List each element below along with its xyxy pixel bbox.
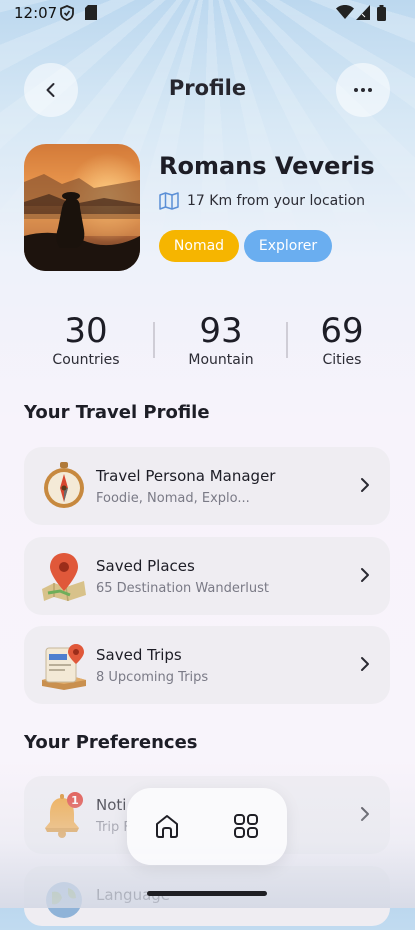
compass-icon bbox=[40, 461, 88, 511]
item-subtitle: Foodie, Nomad, Explo... bbox=[96, 491, 250, 506]
item-title: Noti bbox=[96, 796, 127, 814]
saved-places-item[interactable]: Saved Places 65 Destination Wanderlust bbox=[24, 537, 390, 615]
home-indicator[interactable] bbox=[147, 891, 267, 896]
grid-nav-button[interactable] bbox=[230, 810, 262, 842]
globe-icon bbox=[40, 876, 88, 926]
battery-icon bbox=[377, 5, 386, 25]
item-title: Saved Trips bbox=[96, 646, 182, 664]
chevron-right-icon bbox=[361, 478, 369, 492]
chevron-right-icon bbox=[361, 807, 369, 821]
item-title: Travel Persona Manager bbox=[96, 467, 276, 485]
status-bar: 12:07 bbox=[0, 0, 415, 26]
language-item[interactable]: Language bbox=[24, 866, 390, 926]
stat-divider bbox=[153, 322, 155, 358]
profile-location: 17 Km from your location bbox=[159, 192, 365, 210]
bottom-navigation bbox=[127, 788, 287, 865]
bell-icon: 1 bbox=[40, 790, 88, 840]
stat-value: 69 bbox=[320, 311, 364, 351]
stat-label: Countries bbox=[52, 352, 120, 368]
location-text: 17 Km from your location bbox=[187, 193, 366, 209]
travel-ticket-icon bbox=[40, 640, 88, 690]
item-subtitle: 65 Destination Wanderlust bbox=[96, 581, 269, 596]
wifi-icon bbox=[336, 5, 354, 24]
stat-countries: 30 Countries bbox=[40, 312, 132, 368]
sd-card-icon bbox=[85, 5, 97, 24]
stat-mountain: 93 Mountain bbox=[174, 312, 268, 368]
signal-icon bbox=[356, 5, 370, 24]
preferences-heading: Your Preferences bbox=[24, 732, 198, 753]
status-time: 12:07 bbox=[14, 4, 58, 22]
notification-badge: 1 bbox=[71, 794, 79, 807]
item-title: Saved Places bbox=[96, 557, 195, 575]
more-options-button[interactable] bbox=[336, 63, 390, 117]
stat-value: 93 bbox=[199, 311, 243, 351]
shield-status-icon bbox=[60, 5, 74, 25]
grid-icon bbox=[234, 814, 258, 838]
stat-label: Cities bbox=[322, 352, 362, 368]
stat-label: Mountain bbox=[188, 352, 254, 368]
saved-trips-item[interactable]: Saved Trips 8 Upcoming Trips bbox=[24, 626, 390, 704]
more-horizontal-icon bbox=[354, 88, 372, 92]
home-icon bbox=[156, 815, 178, 838]
item-subtitle: 8 Upcoming Trips bbox=[96, 670, 209, 685]
map-pin-icon bbox=[40, 551, 88, 602]
profile-name: Romans Veveris bbox=[159, 152, 375, 180]
travel-persona-manager-item[interactable]: Travel Persona Manager Foodie, Nomad, Ex… bbox=[24, 447, 390, 525]
stat-cities: 69 Cities bbox=[306, 312, 378, 368]
travel-profile-heading: Your Travel Profile bbox=[24, 402, 210, 423]
profile-avatar bbox=[24, 144, 140, 271]
home-nav-button[interactable] bbox=[151, 810, 183, 842]
chevron-right-icon bbox=[361, 657, 369, 671]
map-icon bbox=[159, 192, 179, 210]
tag-explorer[interactable]: Explorer bbox=[244, 230, 332, 262]
stat-divider bbox=[286, 322, 288, 358]
item-subtitle: Trip F bbox=[96, 820, 131, 835]
stat-value: 30 bbox=[64, 311, 108, 351]
chevron-right-icon bbox=[361, 568, 369, 582]
tag-nomad[interactable]: Nomad bbox=[159, 230, 239, 262]
